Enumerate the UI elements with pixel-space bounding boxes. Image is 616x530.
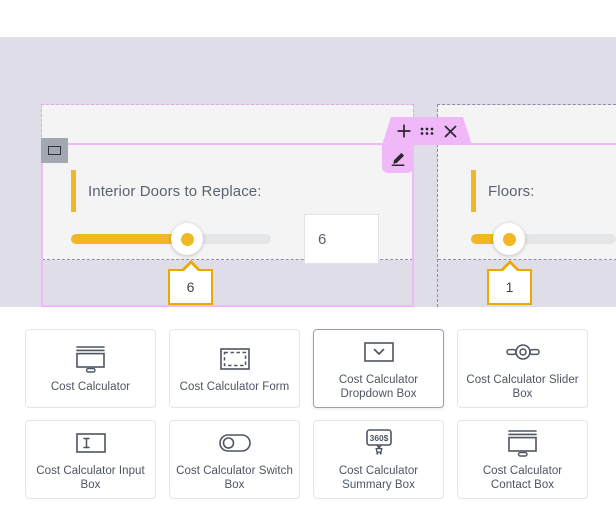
- widget-label: Floors:: [488, 183, 535, 200]
- widget-card-label: Cost Calculator Input Box: [36, 465, 145, 491]
- monitor-icon: [506, 428, 539, 458]
- widget-library-grid: Cost Calculator Cost Calculator Form Cos…: [25, 329, 591, 499]
- slider-knob-dot: [180, 232, 194, 246]
- page-root: Interior Doors to Replace: 6 6 Floors: 1…: [0, 0, 616, 530]
- widget-card-label: Cost Calculator Dropdown Box: [338, 374, 419, 400]
- monitor-icon: [74, 344, 107, 374]
- widget-card-cost-calculator-input-box[interactable]: Cost Calculator Input Box: [25, 420, 156, 499]
- widget-card-cost-calculator-summary-box[interactable]: 360$ Cost Calculator Summary Box: [313, 420, 444, 499]
- widget-card-label: Cost Calculator Form: [179, 381, 290, 393]
- element-toolbar-bar: [382, 117, 472, 145]
- canvas-column-1[interactable]: [41, 104, 414, 307]
- widget-card-label: Cost Calculator Switch Box: [176, 465, 293, 491]
- toggle-switch-icon: [218, 428, 251, 458]
- widget-label: Interior Doors to Replace:: [88, 183, 262, 200]
- top-strip: [0, 0, 616, 37]
- widget-card-label: Cost Calculator: [50, 381, 131, 393]
- rectangle-glyph: [48, 146, 61, 155]
- close-icon[interactable]: [443, 124, 457, 138]
- svg-text:360$: 360$: [369, 433, 388, 443]
- slider-value-tooltip: 6: [168, 269, 213, 305]
- widget-card-label: Cost Calculator Summary Box: [338, 465, 419, 491]
- widget-card-cost-calculator-switch-box[interactable]: Cost Calculator Switch Box: [169, 420, 300, 499]
- slider-value-tooltip: 1: [487, 269, 532, 305]
- slider-fill: [71, 234, 187, 244]
- widget-card-cost-calculator-dropdown-box[interactable]: Cost Calculator Dropdown Box: [313, 329, 444, 408]
- widget-library-panel: Cost Calculator Cost Calculator Form Cos…: [0, 307, 616, 530]
- column-handle-icon[interactable]: [41, 138, 68, 163]
- widget-card-cost-calculator-form[interactable]: Cost Calculator Form: [169, 329, 300, 408]
- text-input-icon: [75, 428, 106, 458]
- editor-canvas: Interior Doors to Replace: 6 6 Floors: 1: [0, 37, 616, 307]
- plus-icon[interactable]: [397, 124, 411, 138]
- element-toolbar: [382, 117, 472, 173]
- widget-card-label: Cost Calculator Slider Box: [466, 374, 579, 400]
- selection-outline-left: [41, 143, 43, 307]
- dropdown-chevron-icon: [363, 337, 394, 367]
- number-input-interior-doors[interactable]: 6: [304, 214, 379, 264]
- slider-knob-icon: [505, 337, 540, 367]
- drag-dots-icon[interactable]: [420, 124, 434, 138]
- dashed-frame-icon: [219, 344, 250, 374]
- slider-interior-doors[interactable]: [71, 223, 271, 255]
- pencil-edit-icon[interactable]: [382, 145, 413, 173]
- accent-bar: [471, 170, 476, 212]
- slider-knob[interactable]: [171, 223, 203, 255]
- widget-card-label: Cost Calculator Contact Box: [482, 465, 563, 491]
- widget-card-cost-calculator[interactable]: Cost Calculator: [25, 329, 156, 408]
- selection-outline-top-left: [41, 143, 382, 145]
- widget-card-cost-calculator-slider-box[interactable]: Cost Calculator Slider Box: [457, 329, 588, 408]
- price-tag-cart-icon: 360$: [362, 428, 396, 458]
- slider-knob-dot: [502, 232, 516, 246]
- slider-knob[interactable]: [493, 223, 525, 255]
- accent-bar: [71, 170, 76, 212]
- slider-floors[interactable]: [471, 223, 616, 255]
- widget-card-cost-calculator-contact-box[interactable]: Cost Calculator Contact Box: [457, 420, 588, 499]
